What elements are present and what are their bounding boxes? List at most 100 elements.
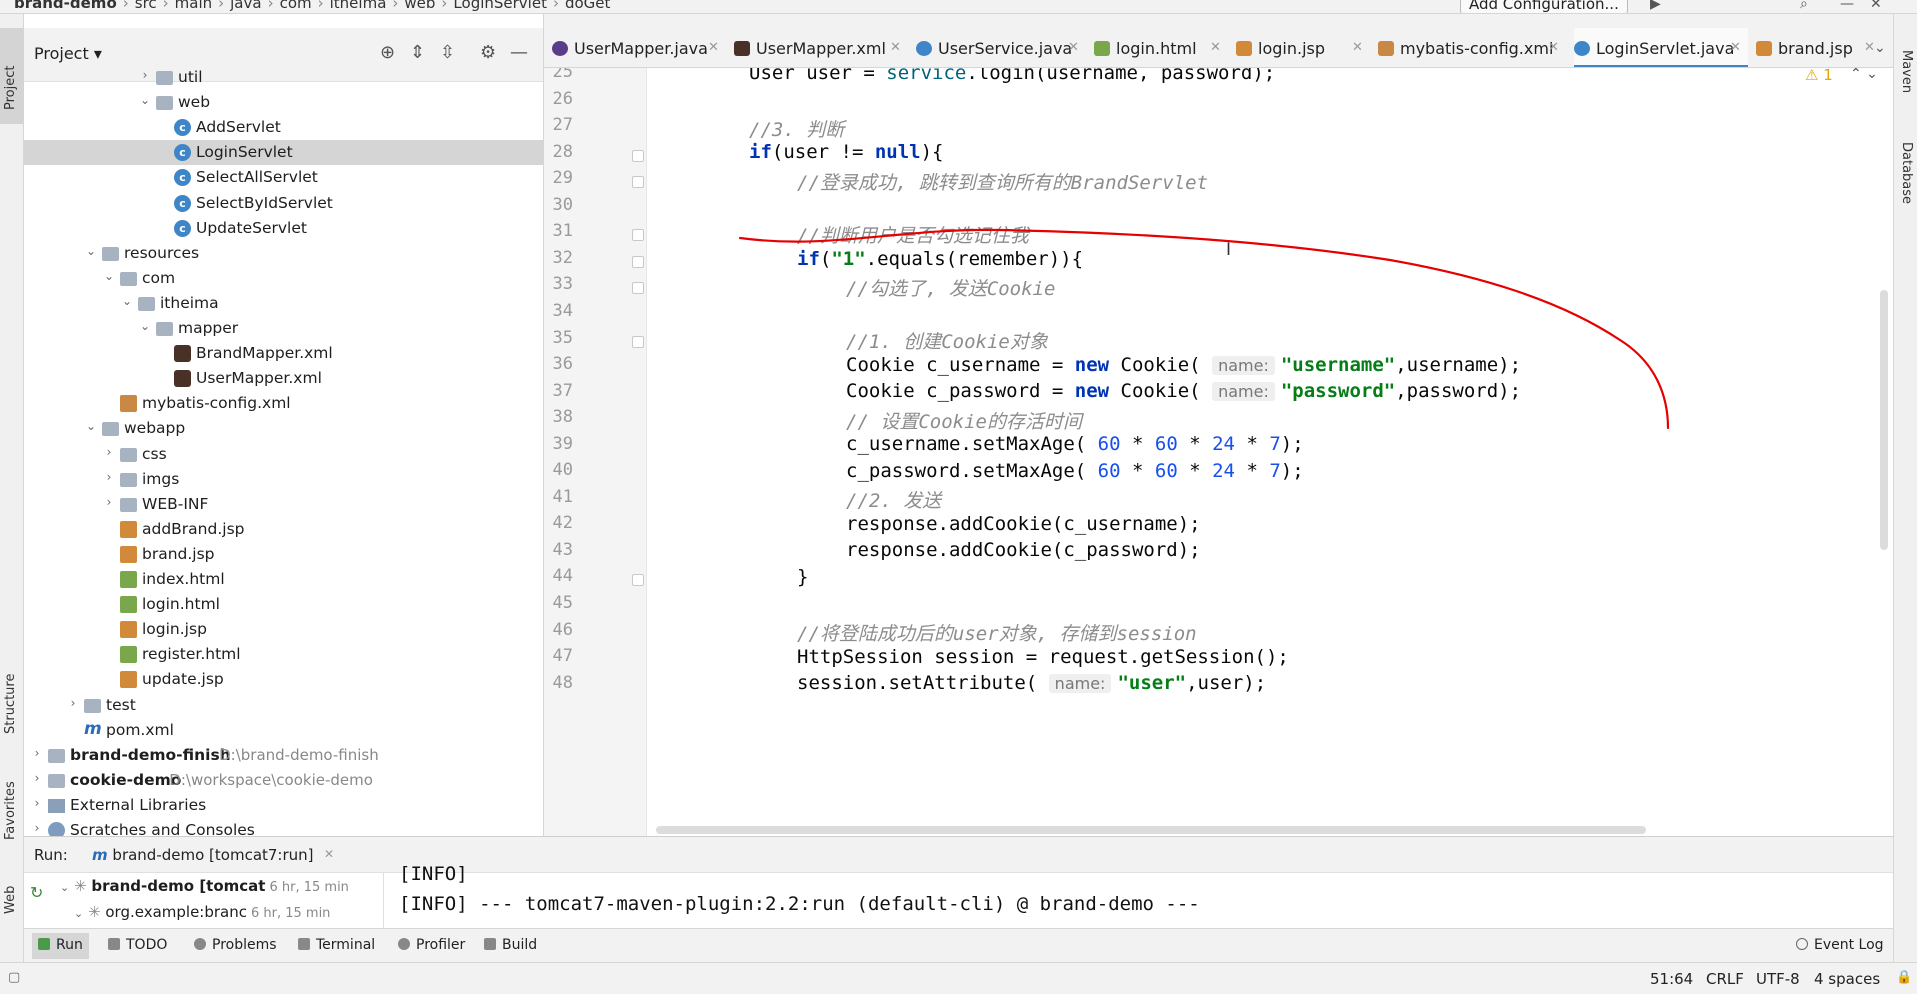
run-icon[interactable]: ▶ <box>1650 0 1661 12</box>
close-tab-icon[interactable]: ✕ <box>1068 40 1079 55</box>
horizontal-scrollbar[interactable] <box>656 826 1646 834</box>
editor-tab-usermapper-xml[interactable]: UserMapper.xml ✕ <box>734 28 908 67</box>
breadcrumb-java[interactable]: java <box>230 0 261 12</box>
tree-item-index-html[interactable]: index.html <box>24 567 543 592</box>
collapse-all-icon[interactable]: ⇳ <box>440 42 455 63</box>
run-config-tab[interactable]: m brand-demo [tomcat7:run] <box>92 846 314 864</box>
locate-file-icon[interactable]: ⊕ <box>380 42 395 63</box>
chevron-right-icon[interactable]: › <box>30 746 44 760</box>
fold-marker-icon[interactable] <box>632 574 644 587</box>
database-tool-label[interactable]: Database <box>1899 142 1914 204</box>
tab-todo[interactable]: TODO <box>108 937 167 953</box>
close-tab-icon[interactable]: ✕ <box>1548 40 1559 55</box>
tree-item-mapper[interactable]: ⌄ mapper <box>24 316 543 341</box>
lock-icon[interactable]: 🔒 <box>1896 970 1912 985</box>
tree-item-imgs[interactable]: › imgs <box>24 467 543 492</box>
chevron-down-icon[interactable]: ⌄ <box>84 419 98 433</box>
close-window-icon[interactable]: ✕ <box>1870 0 1882 12</box>
breadcrumb-src[interactable]: src <box>135 0 157 12</box>
run-tree-item[interactable]: ⌄ ✳ brand-demo [tomcat 6 hr, 15 min <box>60 877 349 895</box>
tree-item-login-html[interactable]: login.html <box>24 592 543 617</box>
chevron-right-icon[interactable]: › <box>30 796 44 810</box>
tab-profiler[interactable]: Profiler <box>398 937 465 953</box>
chevron-down-icon[interactable]: ⌄ <box>102 269 116 283</box>
chevron-down-icon[interactable]: ⌄ <box>138 93 152 107</box>
breadcrumb-itheima[interactable]: itheima <box>330 0 387 12</box>
editor-tab-userservice-java[interactable]: UserService.java ✕ <box>916 28 1086 67</box>
highlight-navigation[interactable]: ⌃ ⌄ <box>1850 66 1878 82</box>
vertical-scrollbar[interactable] <box>1880 290 1888 550</box>
tab-problems[interactable]: Problems <box>194 937 277 953</box>
tree-item-usermapper-xml[interactable]: UserMapper.xml <box>24 366 543 391</box>
tree-item-selectbyidservlet[interactable]: c SelectByIdServlet <box>24 191 543 216</box>
event-log-button[interactable]: Event Log <box>1796 937 1884 953</box>
tree-item-css[interactable]: › css <box>24 442 543 467</box>
structure-tool-label[interactable]: Structure <box>3 674 18 734</box>
tree-item-external-libraries[interactable]: › External Libraries <box>24 793 543 818</box>
breadcrumb-main[interactable]: main <box>175 0 212 12</box>
web-tool-label[interactable]: Web <box>3 886 18 914</box>
close-tab-icon[interactable]: ✕ <box>1730 40 1741 55</box>
tree-item-web[interactable]: ⌄ web <box>24 90 543 115</box>
editor-tab-brand-jsp[interactable]: brand.jsp ✕ <box>1756 28 1882 67</box>
tree-item-selectallservlet[interactable]: c SelectAllServlet <box>24 165 543 190</box>
tree-item-resources[interactable]: ⌄ resources <box>24 241 543 266</box>
fold-marker-icon[interactable] <box>632 149 644 162</box>
chevron-down-icon[interactable]: ⌄ <box>84 244 98 258</box>
chevron-down-icon[interactable]: ⌄ <box>120 294 134 308</box>
editor-tab-login-html[interactable]: login.html ✕ <box>1094 28 1228 67</box>
chevron-right-icon[interactable]: › <box>66 696 80 710</box>
breadcrumb-project[interactable]: brand-demo <box>14 0 117 12</box>
file-encoding[interactable]: UTF-8 <box>1756 970 1800 988</box>
console-output[interactable]: [INFO] [INFO] --- tomcat7-maven-plugin:2… <box>399 863 1893 928</box>
chevron-right-icon[interactable]: › <box>138 68 152 82</box>
tree-item-brand-jsp[interactable]: brand.jsp <box>24 542 543 567</box>
chevron-right-icon[interactable]: › <box>102 470 116 484</box>
add-configuration-button[interactable]: Add Configuration... <box>1460 0 1628 13</box>
editor-tab-usermapper-java[interactable]: UserMapper.java ✕ <box>552 28 726 67</box>
breadcrumb-web[interactable]: web <box>404 0 435 12</box>
search-everywhere-icon[interactable]: ⌕ <box>1800 0 1808 12</box>
tree-item-register-html[interactable]: register.html <box>24 642 543 667</box>
rerun-icon[interactable]: ↻ <box>30 883 43 902</box>
tree-item-util[interactable]: › util <box>24 65 543 90</box>
indent-setting[interactable]: 4 spaces <box>1814 970 1880 988</box>
close-tab-icon[interactable]: ✕ <box>708 40 719 55</box>
tab-run[interactable]: Run <box>32 933 89 959</box>
warning-indicator[interactable]: ⚠ 1 <box>1805 66 1833 84</box>
chevron-right-icon[interactable]: › <box>30 771 44 785</box>
tab-build[interactable]: Build <box>484 937 537 953</box>
tree-item-addbrand-jsp[interactable]: addBrand.jsp <box>24 517 543 542</box>
tree-item-update-jsp[interactable]: update.jsp <box>24 667 543 692</box>
tree-item-itheima[interactable]: ⌄ itheima <box>24 291 543 316</box>
line-separator[interactable]: CRLF <box>1706 970 1744 988</box>
tree-item-scratches-and-consoles[interactable]: › Scratches and Consoles <box>24 818 543 836</box>
project-tool-label[interactable]: Project <box>3 66 18 110</box>
chevron-right-icon[interactable]: › <box>102 445 116 459</box>
fold-marker-icon[interactable] <box>632 335 644 348</box>
tab-terminal[interactable]: Terminal <box>298 937 375 953</box>
tree-item-web-inf[interactable]: › WEB-INF <box>24 492 543 517</box>
chevron-right-icon[interactable]: › <box>30 821 44 835</box>
fold-marker-icon[interactable] <box>632 229 644 242</box>
tree-item-loginservlet[interactable]: c LoginServlet <box>24 140 543 166</box>
editor-tab-loginservlet-java[interactable]: LoginServlet.java ✕ <box>1574 28 1748 67</box>
tree-item-cookie-demo[interactable]: › cookie-demo D:\workspace\cookie-demo <box>24 768 543 793</box>
tree-item-test[interactable]: › test <box>24 693 543 718</box>
maven-tool-label[interactable]: Maven <box>1899 50 1914 93</box>
tree-item-com[interactable]: ⌄ com <box>24 266 543 291</box>
breadcrumb-com[interactable]: com <box>280 0 312 12</box>
editor-tab-login-jsp[interactable]: login.jsp ✕ <box>1236 28 1370 67</box>
chevron-right-icon[interactable]: › <box>102 495 116 509</box>
close-tab-icon[interactable]: ✕ <box>1210 40 1221 55</box>
code-editor[interactable]: User user = service.login(username, pass… <box>647 68 1877 836</box>
tree-item-mybatis-config-xml[interactable]: mybatis-config.xml <box>24 391 543 416</box>
tree-item-addservlet[interactable]: c AddServlet <box>24 115 543 140</box>
fold-marker-icon[interactable] <box>632 255 644 268</box>
toggle-tool-windows-icon[interactable]: ▢ <box>8 970 20 985</box>
tree-item-brandmapper-xml[interactable]: BrandMapper.xml <box>24 341 543 366</box>
fold-marker-icon[interactable] <box>632 282 644 295</box>
run-tree-item[interactable]: ⌄ ✳ org.example:branc 6 hr, 15 min <box>74 903 330 921</box>
tabs-overflow-icon[interactable]: ⌄ <box>1874 40 1886 56</box>
tree-item-brand-demo-finish[interactable]: › brand-demo-finish D:\brand-demo-finish <box>24 743 543 768</box>
